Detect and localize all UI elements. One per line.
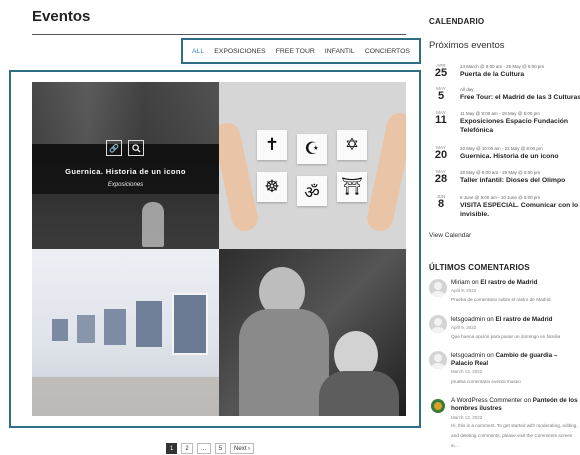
- event-date: MAY 5: [429, 86, 453, 102]
- dharma-wheel-icon: ☸: [257, 172, 287, 202]
- cross-symbol-icon: ✝: [257, 130, 287, 160]
- event-title-link[interactable]: Taller infantil: Dioses del Olimpo: [460, 177, 580, 186]
- comment-date: March 13, 2022: [451, 415, 483, 420]
- view-calendar-link[interactable]: View Calendar: [429, 232, 471, 239]
- page-5-button[interactable]: 5: [214, 443, 227, 454]
- comment-author: letsgoadmin: [451, 352, 485, 359]
- event-day: 11: [435, 114, 447, 126]
- event-title-link[interactable]: VISITA ESPECIAL. Comunicar con lo invisi…: [460, 202, 580, 219]
- om-symbol-icon: ॐ: [297, 176, 327, 206]
- event-title-link[interactable]: Free Tour: el Madrid de las 3 Culturas: [460, 94, 580, 103]
- comment-date: April 9, 2022: [451, 288, 477, 293]
- crescent-symbol-icon: ☪: [297, 134, 327, 164]
- gallery-floor: [32, 377, 219, 416]
- event-title-link[interactable]: Exposiciones Espacio Fundación Telefónic…: [460, 118, 580, 135]
- event-title-link[interactable]: Puerta de la Cultura: [460, 71, 580, 80]
- comment-on: on: [471, 279, 479, 286]
- comment-post-link[interactable]: El rastro de Madrid: [495, 316, 552, 323]
- filter-conciertos[interactable]: CONCIERTOS: [365, 48, 410, 55]
- search-icon[interactable]: [128, 140, 144, 156]
- person-body: [319, 371, 399, 416]
- event-meta: 20 May @ 10:00 am - 22 May @ 8:00 pm: [460, 146, 543, 151]
- portfolio-filter-bar: ALL EXPOSICIONES FREE TOUR INFANTIL CONC…: [181, 38, 421, 64]
- comment-excerpt: Que buena opción para pasar un domingo e…: [451, 334, 561, 339]
- comment-excerpt: Hi, this is a comment. To get started wi…: [451, 423, 578, 448]
- event-meta: 8 June @ 8:00 am - 10 June @ 5:00 pm: [460, 195, 541, 200]
- filter-free-tour[interactable]: FREE TOUR: [276, 48, 315, 55]
- photo-backdrop: [32, 82, 219, 144]
- filter-exposiciones[interactable]: EXPOSICIONES: [214, 48, 265, 55]
- calendar-heading: CALENDARIO: [429, 17, 485, 26]
- comment-date: April 9, 2022: [451, 325, 477, 330]
- event-day: 20: [434, 149, 448, 161]
- person-silhouette: [142, 202, 164, 247]
- portfolio-item-taller[interactable]: [219, 249, 406, 416]
- event-date: APR 25: [429, 63, 453, 79]
- event-day: 8: [437, 198, 445, 210]
- painting-frame: [136, 301, 162, 347]
- left-hand-image: [219, 120, 261, 234]
- next-page-button[interactable]: Next ›: [230, 443, 255, 454]
- comment-on: on: [486, 316, 494, 323]
- page-title: Eventos: [32, 8, 91, 25]
- event-date: JUN 8: [429, 194, 453, 210]
- portfolio-item-category: Exposiciones: [107, 182, 144, 188]
- event-day: 5: [437, 90, 445, 102]
- comment-author: letsgoadmin: [451, 316, 485, 323]
- comment-on: on: [486, 352, 494, 359]
- page-1-button[interactable]: 1: [166, 443, 178, 454]
- comment-author: A WordPress Commenter: [451, 397, 523, 404]
- avatar: [429, 351, 447, 369]
- page-2-button[interactable]: 2: [181, 443, 193, 454]
- painting-frame: [52, 319, 68, 341]
- painting-frame: [77, 315, 95, 343]
- portfolio-item-guernica[interactable]: 🔗 Guernica. Historia de un icono Exposic…: [32, 82, 219, 249]
- page-ellipsis: …: [196, 443, 211, 454]
- event-meta: 28 May @ 8:00 am - 29 May @ 5:00 pm: [460, 170, 541, 175]
- comment-author: Miriam: [451, 279, 470, 286]
- comment-excerpt: Prueba de comentario sobre el rastro de …: [451, 297, 552, 302]
- event-day: 28: [434, 173, 448, 185]
- comment-on: on: [524, 397, 532, 404]
- filter-infantil[interactable]: INFANTIL: [325, 48, 355, 55]
- comments-heading: ÚLTIMOS COMENTARIOS: [429, 263, 530, 272]
- portfolio-item-gallery[interactable]: [32, 249, 219, 416]
- event-meta: 11 May @ 8:00 am - 18 May @ 5:00 pm: [460, 111, 540, 116]
- filter-all[interactable]: ALL: [192, 48, 204, 55]
- event-date: MAY 11: [429, 110, 453, 126]
- event-date: MAY 20: [429, 145, 453, 161]
- comment-post-link[interactable]: El rastro de Madrid: [480, 279, 537, 286]
- torii-gate-icon: ⛩: [337, 172, 367, 202]
- portfolio-item-title[interactable]: Guernica. Historia de un icono: [32, 167, 219, 176]
- event-meta: 24 March @ 8:00 am - 26 May @ 5:00 pm: [460, 64, 545, 69]
- person-body: [239, 309, 329, 416]
- event-title-link[interactable]: Guernica. Historia de un icono: [460, 153, 580, 162]
- event-date: MAY 28: [429, 169, 453, 185]
- portfolio-item-religions[interactable]: ✝ ☪ ✡ ☸ ॐ ⛩: [219, 82, 406, 249]
- overlay-actions: 🔗: [106, 140, 144, 156]
- event-meta: All day: [460, 87, 474, 92]
- link-icon[interactable]: 🔗: [106, 140, 122, 156]
- comment-excerpt: prueba comentario evento museo: [451, 379, 521, 384]
- comment-line: letsgoadmin on Cambio de guardia – Palac…: [451, 352, 579, 368]
- star-of-david-icon: ✡: [337, 130, 367, 160]
- title-divider: [32, 34, 406, 35]
- painting-frame: [104, 309, 126, 345]
- comment-line: letsgoadmin on El rastro de Madrid: [451, 316, 579, 324]
- avatar: [429, 279, 447, 297]
- upcoming-events-heading: Próximos eventos: [429, 40, 505, 51]
- comment-date: March 13, 2022: [451, 369, 483, 374]
- avatar: [429, 315, 447, 333]
- event-day: 25: [434, 67, 448, 79]
- right-hand-image: [364, 110, 406, 234]
- wordpress-logo-icon: [431, 399, 445, 413]
- comment-line: Miriam on El rastro de Madrid: [451, 279, 579, 287]
- painting-frame: [172, 293, 208, 355]
- comment-line: A WordPress Commenter on Panteón de los …: [451, 397, 579, 413]
- pagination: 1 2 … 5 Next ›: [166, 443, 255, 454]
